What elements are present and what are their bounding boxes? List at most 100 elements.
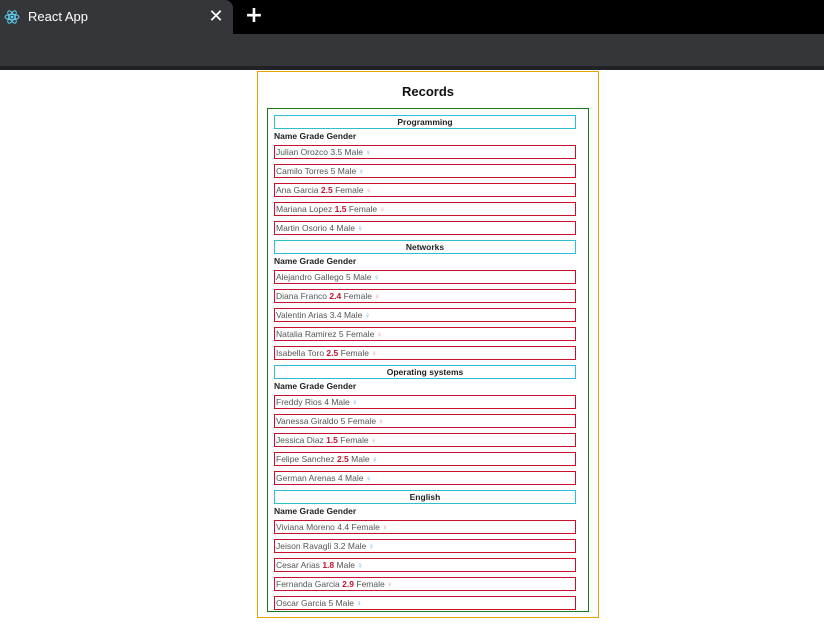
male-icon: ♀	[368, 542, 375, 551]
student-row: Mariana Lopez 1.5 Female ♀	[274, 202, 576, 216]
student-row: Julian Orozco 3.5 Male ♀	[274, 145, 576, 159]
student-row: Freddy Rios 4 Male ♀	[274, 395, 576, 409]
student-gender: Female	[351, 522, 380, 532]
student-gender: Female	[343, 291, 372, 301]
male-icon: ♀	[356, 561, 363, 570]
student-row: Oscar Garcia 5 Male ♀	[274, 596, 576, 610]
student-row: Diana Franco 2.4 Female ♀	[274, 289, 576, 303]
student-row: Viviana Moreno 4.4 Female ♀	[274, 520, 576, 534]
student-gender: Male	[347, 541, 367, 551]
student-name: Martin Osorio	[276, 223, 328, 233]
student-name: Camilo Torres	[276, 166, 329, 176]
student-row: Ana Garcia 2.5 Female ♀	[274, 183, 576, 197]
student-name: Natalia Ramirez	[276, 329, 337, 339]
student-gender: Male	[344, 147, 363, 157]
student-name: Oscar Garcia	[276, 598, 327, 608]
female-icon: ♀	[365, 186, 372, 195]
student-name: Jessica Diaz	[276, 435, 324, 445]
male-icon: ♀	[351, 398, 358, 407]
student-row: Jessica Diaz 1.5 Female ♀	[274, 433, 576, 447]
student-row: Vanessa Giraldo 5 Female ♀	[274, 414, 576, 428]
subject-header: Networks	[274, 240, 576, 254]
student-name: Ana Garcia	[276, 185, 319, 195]
student-name: Julian Orozco	[276, 147, 328, 157]
groups-container: Programming Name Grade Gender Julian Orozc…	[267, 108, 589, 612]
student-row: Alejandro Gallego 5 Male ♀	[274, 270, 576, 284]
student-gender: Female	[348, 204, 378, 214]
student-grade: 4	[324, 397, 329, 407]
student-grade: 4.4	[337, 522, 350, 532]
student-row: German Arenas 4 Male ♀	[274, 471, 576, 485]
column-header: Name Grade Gender	[274, 381, 357, 391]
subject-header: Operating systems	[274, 365, 576, 379]
subject-header: English	[274, 490, 576, 504]
column-header: Name Grade Gender	[274, 506, 357, 516]
student-gender: Female	[335, 185, 364, 195]
student-grade: 3.4	[329, 310, 342, 320]
male-icon: ♀	[371, 455, 378, 464]
male-icon: ♀	[358, 167, 365, 176]
react-logo-icon	[4, 10, 20, 24]
student-grade: 2.4	[329, 291, 342, 301]
female-icon: ♀	[373, 292, 380, 301]
student-gender: Female	[356, 579, 385, 589]
student-grade: 2.5	[336, 454, 349, 464]
student-name: Mariana Lopez	[276, 204, 333, 214]
female-icon: ♀	[370, 349, 377, 358]
student-row: Valentin Arias 3.4 Male ♀	[274, 308, 576, 322]
tab-close-icon[interactable]: ✕	[207, 8, 225, 26]
student-name: Alejandro Gallego	[276, 272, 344, 282]
student-name: Felipe Sanchez	[276, 454, 335, 464]
student-name: Jeison Ravagli	[276, 541, 332, 551]
student-row: Natalia Ramirez 5 Female ♀	[274, 327, 576, 341]
student-grade: 2.9	[342, 579, 354, 589]
male-icon: ♀	[373, 273, 380, 282]
student-gender: Male	[351, 454, 370, 464]
student-row: Camilo Torres 5 Male ♀	[274, 164, 576, 178]
female-icon: ♀	[379, 205, 386, 214]
student-gender: Female	[340, 348, 369, 358]
student-gender: Female	[345, 329, 375, 339]
female-icon: ♀	[370, 436, 377, 445]
student-name: Valentin Arias	[276, 310, 328, 320]
student-name: Isabella Toro	[276, 348, 325, 358]
student-grade: 1.5	[334, 204, 347, 214]
student-row: Fernanda Garcia 2.9 Female ♀	[274, 577, 576, 591]
tab-title: React App	[28, 9, 88, 24]
column-header: Name Grade Gender	[274, 131, 357, 141]
student-row: Cesar Arias 1.8 Male ♀	[274, 558, 576, 572]
student-grade: 4	[337, 473, 343, 483]
student-gender: Male	[337, 166, 357, 176]
page-title: Records	[401, 84, 455, 99]
student-row: Isabella Toro 2.5 Female ♀	[274, 346, 576, 360]
student-grade: 5	[345, 272, 351, 282]
male-icon: ♀	[356, 224, 363, 233]
student-name: Vanessa Giraldo	[276, 416, 339, 426]
column-header: Name Grade Gender	[274, 256, 357, 266]
female-icon: ♀	[378, 417, 385, 426]
student-name: Viviana Moreno	[276, 522, 335, 532]
student-gender: Female	[340, 435, 369, 445]
student-grade: 5	[340, 416, 346, 426]
female-icon: ♀	[381, 523, 388, 532]
student-grade: 5	[328, 598, 334, 608]
male-icon: ♀	[365, 474, 372, 483]
student-gender: Male	[331, 397, 350, 407]
records-container: Records Programming Name Grade Gender Juli…	[257, 71, 599, 618]
student-gender: Male	[336, 223, 355, 233]
browser-tab-bar: React App ✕ +	[0, 0, 824, 34]
male-icon: ♀	[364, 311, 371, 320]
student-grade: 3.5	[330, 147, 343, 157]
student-grade: 4	[329, 223, 335, 233]
student-row: Felipe Sanchez 2.5 Male ♀	[274, 452, 576, 466]
subject-header: Programming	[274, 115, 576, 129]
browser-tab[interactable]: React App ✕	[0, 0, 233, 34]
female-icon: ♀	[386, 580, 393, 589]
student-name: Cesar Arias	[276, 560, 320, 570]
student-gender: Male	[336, 560, 355, 570]
browser-toolbar	[0, 34, 824, 70]
new-tab-icon[interactable]: +	[243, 5, 265, 27]
student-gender: Male	[335, 598, 354, 608]
student-gender: Male	[345, 473, 364, 483]
student-gender: Male	[343, 310, 363, 320]
